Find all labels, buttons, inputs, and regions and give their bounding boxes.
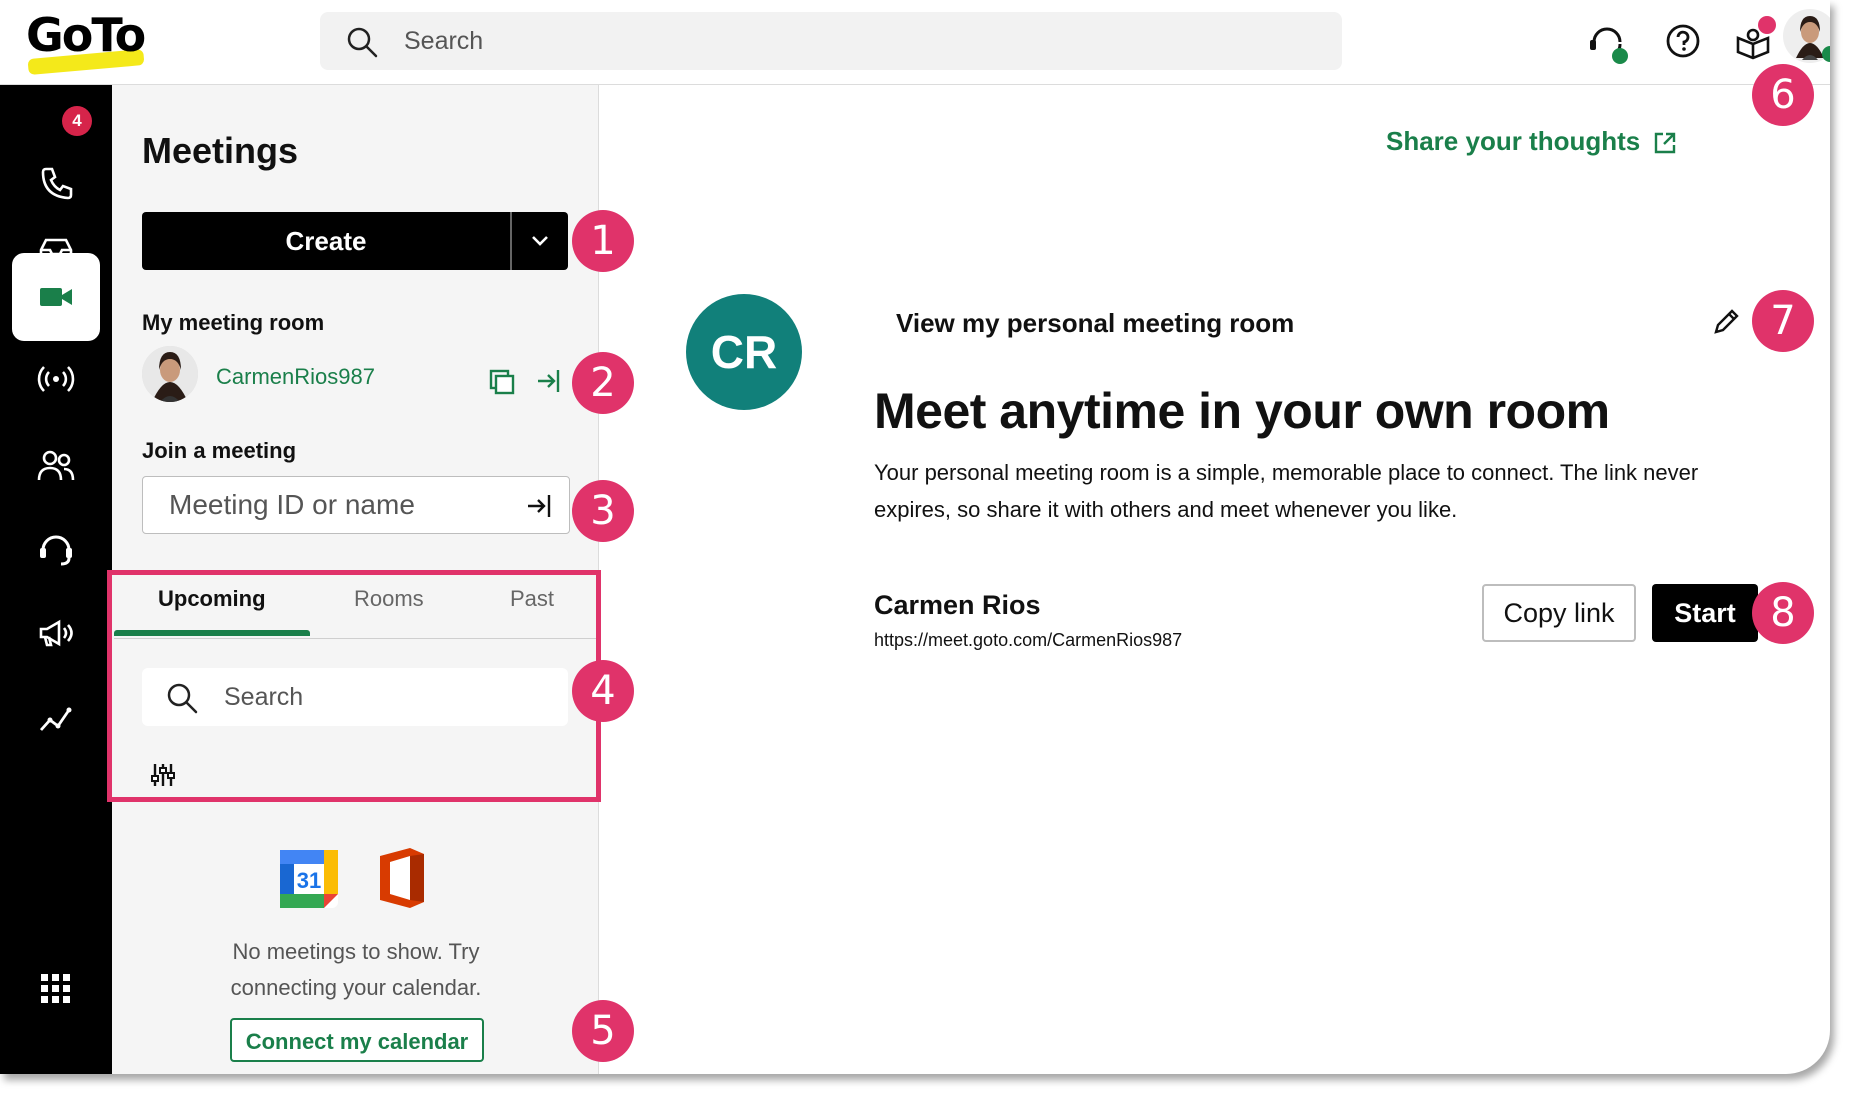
callout-4: 4 (572, 660, 634, 722)
tabs-highlight-annotation (107, 570, 601, 802)
nav-analytics[interactable] (12, 675, 100, 763)
user-avatar-button[interactable] (1782, 8, 1830, 64)
copy-icon[interactable] (488, 368, 516, 396)
phone-icon (41, 167, 73, 200)
headset-icon (40, 535, 72, 566)
create-label: Create (285, 226, 367, 256)
start-meeting-button[interactable]: Start (1652, 584, 1758, 642)
nav-campaigns[interactable] (12, 589, 100, 677)
callout-3: 3 (572, 480, 634, 542)
question-circle-icon (1666, 24, 1700, 58)
top-bar: GoTo Search (0, 0, 1830, 85)
meeting-id-input[interactable]: Meeting ID or name (142, 476, 570, 534)
megaphone-icon (39, 619, 73, 647)
broadcast-icon (37, 366, 75, 392)
create-options-dropdown[interactable] (512, 212, 568, 270)
enter-room-icon[interactable] (534, 366, 564, 396)
status-online-dot (1612, 48, 1628, 64)
callout-8: 8 (1752, 582, 1814, 644)
room-handle-link[interactable]: CarmenRios987 (216, 364, 375, 390)
view-personal-room-link[interactable]: View my personal meeting room (896, 308, 1294, 339)
pencil-edit-icon[interactable] (1712, 308, 1740, 336)
app-left-nav (0, 85, 112, 1074)
callout-7: 7 (1752, 290, 1814, 352)
external-link-icon[interactable] (1652, 130, 1678, 156)
copy-link-button[interactable]: Copy link (1482, 584, 1636, 642)
nav-meetings[interactable] (12, 253, 100, 341)
initials-avatar: CR (686, 294, 802, 410)
meeting-id-placeholder: Meeting ID or name (169, 489, 415, 520)
room-owner-name: Carmen Rios (874, 590, 1041, 620)
callout-6: 6 (1752, 64, 1814, 126)
room-description: Your personal meeting room is a simple, … (874, 460, 1699, 522)
logo-text: GoTo (26, 8, 146, 62)
office-icon (380, 848, 424, 908)
search-icon (347, 27, 378, 58)
nav-contacts[interactable] (12, 421, 100, 509)
support-headset-button[interactable] (1584, 18, 1630, 64)
help-button[interactable] (1660, 18, 1706, 64)
connect-calendar-button[interactable]: Connect my calendar (230, 1018, 484, 1062)
my-meeting-room-label: My meeting room (142, 310, 325, 335)
callout-2: 2 (572, 352, 634, 414)
grid-apps-icon (41, 974, 70, 1003)
room-headline: Meet anytime in your own room (874, 383, 1610, 439)
join-meeting-label: Join a meeting (142, 438, 297, 463)
global-search-bar[interactable]: Search (320, 12, 1342, 70)
nav-broadcast[interactable] (12, 335, 100, 423)
analytics-line-icon (39, 707, 72, 731)
global-search-placeholder: Search (404, 27, 484, 55)
google-calendar-icon: 31 (280, 850, 338, 908)
page-title: Meetings (142, 130, 299, 171)
nav-support[interactable] (12, 505, 100, 593)
join-arrow-icon[interactable] (525, 491, 555, 521)
notification-dot (1758, 16, 1776, 34)
app-window: GoTo Search 4 Meetings Create My meeting… (0, 0, 1830, 1074)
user-photo-avatar (142, 346, 198, 402)
goto-logo[interactable]: GoTo (26, 8, 146, 76)
people-icon (37, 450, 75, 481)
chevron-down-icon (532, 236, 548, 246)
share-feedback-link[interactable]: Share your thoughts (1386, 126, 1640, 157)
whats-new-button[interactable] (1730, 16, 1776, 64)
empty-state-message: No meetings to show. Try connecting your… (230, 939, 482, 1000)
nav-app-launcher[interactable] (12, 945, 100, 1033)
room-url: https://meet.goto.com/CarmenRios987 (874, 630, 1183, 650)
calendar-day: 31 (297, 868, 321, 893)
callout-5: 5 (572, 1000, 634, 1062)
video-camera-icon (40, 288, 72, 306)
calls-badge: 4 (62, 106, 92, 136)
callout-1: 1 (572, 210, 634, 272)
create-meeting-button[interactable]: Create (142, 212, 568, 270)
room-avatar (142, 346, 198, 402)
